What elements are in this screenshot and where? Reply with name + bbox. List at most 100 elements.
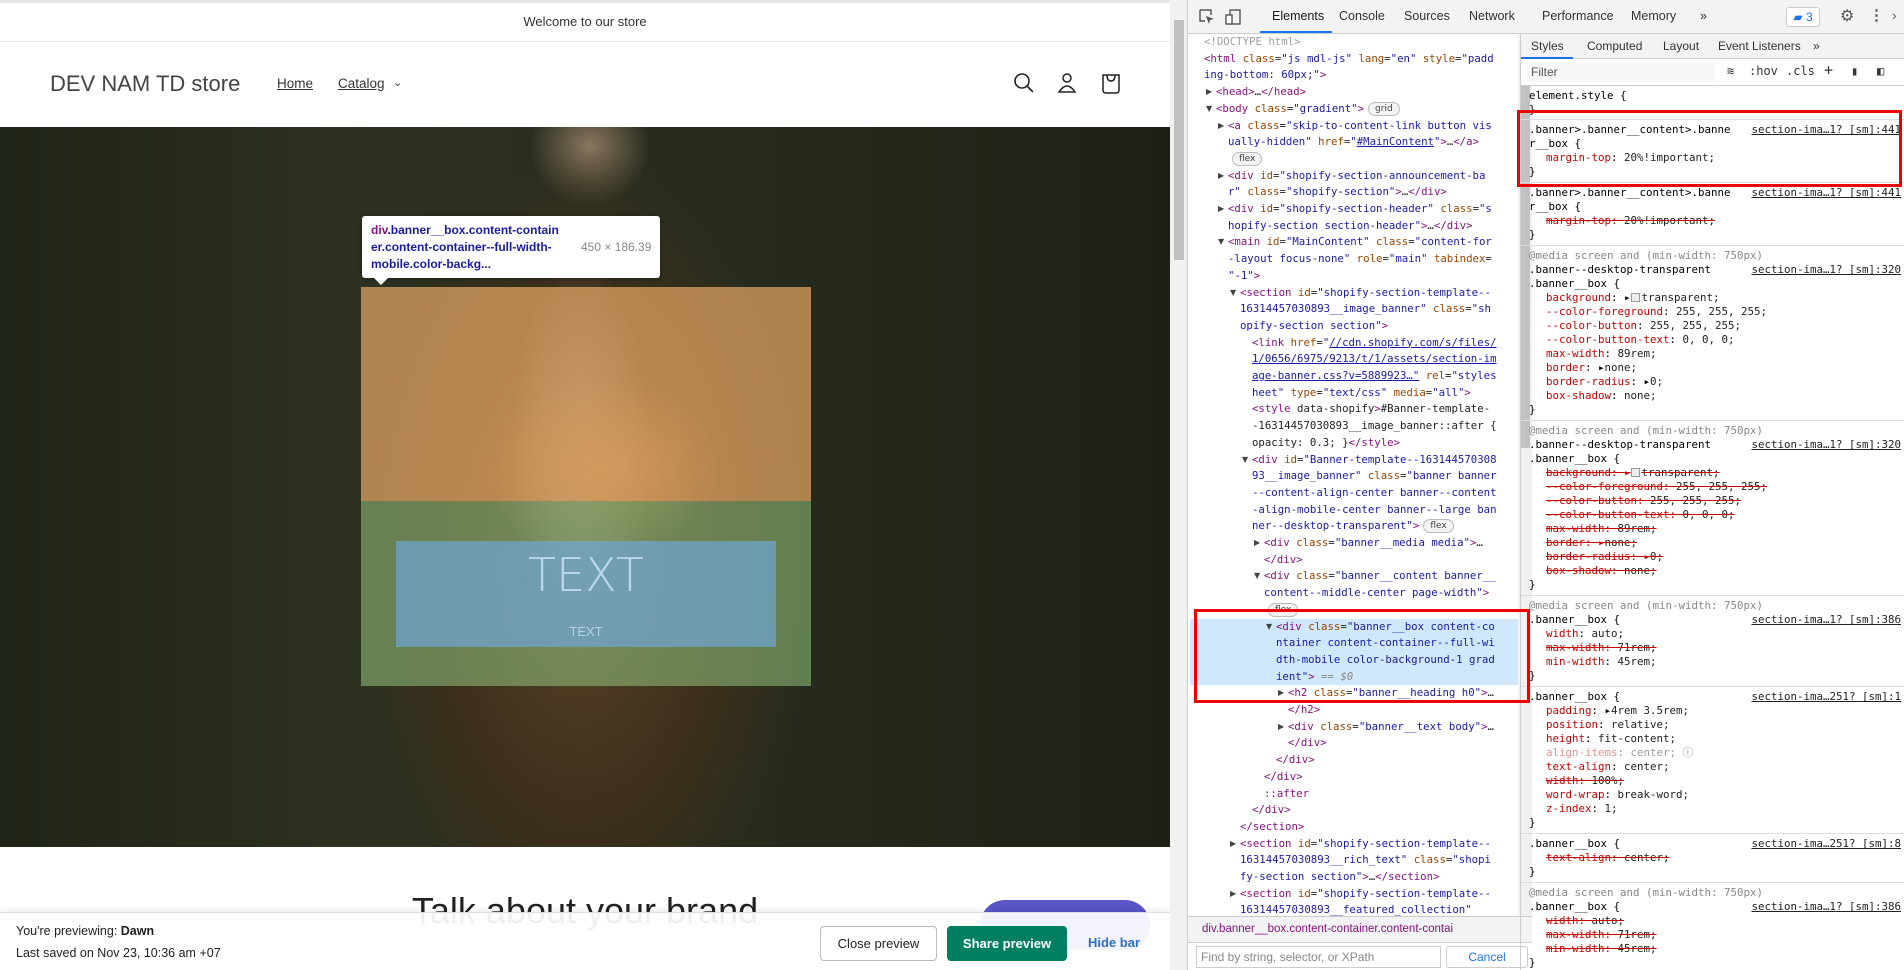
dom-node-line[interactable]: age-banner.css?v=5889923…" rel="styles: [1190, 368, 1518, 385]
style-property[interactable]: --color-button: 255, 255, 255;: [1529, 319, 1901, 333]
dom-node-line[interactable]: ▶ <section id="shopify-section-template--: [1190, 836, 1518, 853]
dom-node-line[interactable]: ient"> == $0: [1190, 668, 1518, 686]
tab-performance[interactable]: Performance: [1542, 9, 1614, 23]
dom-node-line[interactable]: <!DOCTYPE html>: [1190, 34, 1518, 51]
property-name[interactable]: min-width: [1546, 655, 1605, 668]
property-name[interactable]: --color-button-text: [1546, 508, 1670, 521]
property-name[interactable]: text-align: [1546, 760, 1611, 773]
expand-arrow-icon[interactable]: ▶: [1230, 886, 1236, 903]
property-name[interactable]: width: [1546, 914, 1579, 927]
expand-arrow-icon[interactable]: ▶: [1218, 168, 1224, 185]
property-value[interactable]: transparent;: [1642, 291, 1720, 304]
styles-filter-input[interactable]: Filter: [1527, 63, 1715, 82]
property-value[interactable]: 4rem 3.5rem;: [1611, 704, 1689, 717]
rule-source-link[interactable]: section-ima…251? [sm]:1: [1751, 690, 1901, 704]
dom-node-line[interactable]: ner--desktop-transparent"> flex: [1190, 518, 1518, 535]
dom-node-line[interactable]: content--middle-center page-width">: [1190, 585, 1518, 602]
dom-node-line[interactable]: ▶ <div class="banner__text body">…: [1190, 719, 1518, 736]
property-value[interactable]: 71rem;: [1618, 928, 1657, 941]
rule-selector[interactable]: .banner__box {: [1529, 452, 1901, 466]
tab-layout[interactable]: Layout: [1663, 39, 1699, 53]
dom-node-line[interactable]: 16314457030893__image_banner" class="sh: [1190, 301, 1518, 318]
close-icon[interactable]: ›: [1892, 7, 1897, 23]
dom-node-line[interactable]: hopify-section section-header">…</div>: [1190, 218, 1518, 235]
property-name[interactable]: margin-top: [1546, 151, 1611, 164]
property-value[interactable]: transparent;: [1642, 466, 1720, 479]
style-property[interactable]: min-width: 45rem;: [1529, 655, 1901, 669]
style-property[interactable]: width: auto;: [1529, 914, 1901, 928]
style-property[interactable]: margin-top: 20%!important;: [1529, 151, 1901, 165]
paint-icon[interactable]: ▮: [1851, 64, 1858, 78]
property-value[interactable]: 100%;: [1592, 774, 1625, 787]
kebab-menu-icon[interactable]: ⋮: [1869, 6, 1884, 24]
expand-arrow-icon[interactable]: ▶: [1218, 118, 1224, 135]
cart-icon[interactable]: [1098, 70, 1124, 96]
property-value[interactable]: 45rem;: [1618, 942, 1657, 955]
store-logo[interactable]: DEV NAM TD store: [50, 71, 240, 97]
style-property[interactable]: border: ▸none;: [1529, 536, 1901, 550]
dom-node-line[interactable]: fy-section section">…</section>: [1190, 869, 1518, 886]
expand-arrow-icon[interactable]: ▶: [1206, 84, 1212, 101]
property-name[interactable]: z-index: [1546, 802, 1592, 815]
dom-node-line[interactable]: ▶ <a class="skip-to-content-link button v…: [1190, 118, 1518, 135]
style-property[interactable]: --color-button: 255, 255, 255;: [1529, 494, 1901, 508]
dom-node-line[interactable]: <style data-shopify>#Banner-template-: [1190, 401, 1518, 418]
property-name[interactable]: box-shadow: [1546, 389, 1611, 402]
share-preview-button[interactable]: Share preview: [947, 926, 1067, 961]
property-name[interactable]: max-width: [1546, 928, 1605, 941]
tab-styles[interactable]: Styles: [1531, 39, 1564, 53]
rendering-toggle-icon[interactable]: ≋: [1727, 64, 1734, 78]
property-name[interactable]: background: [1546, 466, 1611, 479]
property-value[interactable]: 20%!important;: [1624, 214, 1715, 227]
dom-node-line[interactable]: 16314457030893__rich_text" class="shopi: [1190, 852, 1518, 869]
dom-node-line[interactable]: ▼ <div class="banner__content banner__: [1190, 568, 1518, 585]
property-value[interactable]: 20%!important;: [1624, 151, 1715, 164]
tab-sources[interactable]: Sources: [1404, 9, 1450, 23]
rule-source-link[interactable]: section-ima…1? [sm]:441: [1751, 186, 1901, 200]
rule-source-link[interactable]: section-ima…1? [sm]:320: [1751, 438, 1901, 452]
style-property[interactable]: border-radius: ▸0;: [1529, 375, 1901, 389]
gear-icon[interactable]: ⚙: [1840, 6, 1854, 26]
property-name[interactable]: --color-button: [1546, 319, 1637, 332]
expand-arrow-icon[interactable]: ▶: [1254, 535, 1260, 552]
dom-node-line[interactable]: 16314457030893__featured_collection": [1190, 902, 1518, 916]
dom-node-line[interactable]: --content-align-center banner--content: [1190, 485, 1518, 502]
property-value[interactable]: 255, 255, 255;: [1676, 480, 1767, 493]
style-property[interactable]: border-radius: ▸0;: [1529, 550, 1901, 564]
dom-node-line[interactable]: ::after: [1190, 786, 1518, 803]
property-value[interactable]: 255, 255, 255;: [1650, 494, 1741, 507]
style-property[interactable]: height: fit-content;: [1529, 732, 1901, 746]
property-name[interactable]: --color-foreground: [1546, 305, 1663, 318]
tab-computed[interactable]: Computed: [1587, 39, 1642, 53]
dom-node-line[interactable]: ▶ <section id="shopify-section-template--: [1190, 886, 1518, 903]
rule-source-link[interactable]: section-ima…1? [sm]:441: [1751, 123, 1901, 137]
find-input[interactable]: Find by string, selector, or XPath: [1196, 946, 1441, 968]
dom-node-line[interactable]: ▼ <main id="MainContent" class="content-f…: [1190, 234, 1518, 251]
dom-node-line[interactable]: ▼ <div id="Banner-template--163144570308: [1190, 452, 1518, 469]
dom-node-line[interactable]: ▶ <div id="shopify-section-announcement-b…: [1190, 168, 1518, 185]
property-value[interactable]: 45rem;: [1618, 655, 1657, 668]
more-tabs-button[interactable]: »: [1700, 9, 1707, 23]
color-swatch[interactable]: [1630, 293, 1640, 302]
rule-selector[interactable]: element.style {: [1529, 89, 1901, 103]
dom-node-line[interactable]: ▼ <body class="gradient"> grid: [1190, 101, 1518, 118]
toggle-sidebar-icon[interactable]: ◧: [1877, 64, 1884, 78]
property-value[interactable]: center;: [1624, 851, 1670, 864]
dom-node-line[interactable]: </section>: [1190, 819, 1518, 836]
dom-node-line[interactable]: -16314457030893__image_banner::after {: [1190, 418, 1518, 435]
property-name[interactable]: max-width: [1546, 347, 1605, 360]
dom-node-line[interactable]: </div>: [1190, 802, 1518, 819]
property-name[interactable]: width: [1546, 627, 1579, 640]
property-value[interactable]: fit-content;: [1598, 732, 1676, 745]
property-name[interactable]: padding: [1546, 704, 1592, 717]
property-name[interactable]: align-items: [1546, 746, 1618, 759]
expand-arrow-icon[interactable]: ▶: [1278, 719, 1284, 736]
style-property[interactable]: --color-button-text: 0, 0, 0;: [1529, 508, 1901, 522]
layout-badge-grid[interactable]: grid: [1368, 101, 1400, 116]
expand-arrow-icon[interactable]: ▶: [1278, 685, 1284, 702]
close-preview-button[interactable]: Close preview: [820, 926, 937, 961]
issues-badge[interactable]: ▰ 3: [1786, 7, 1820, 27]
search-icon[interactable]: [1011, 70, 1037, 96]
dom-node-line[interactable]: ing-bottom: 60px;">: [1190, 67, 1518, 84]
property-value[interactable]: 0;: [1650, 550, 1663, 563]
